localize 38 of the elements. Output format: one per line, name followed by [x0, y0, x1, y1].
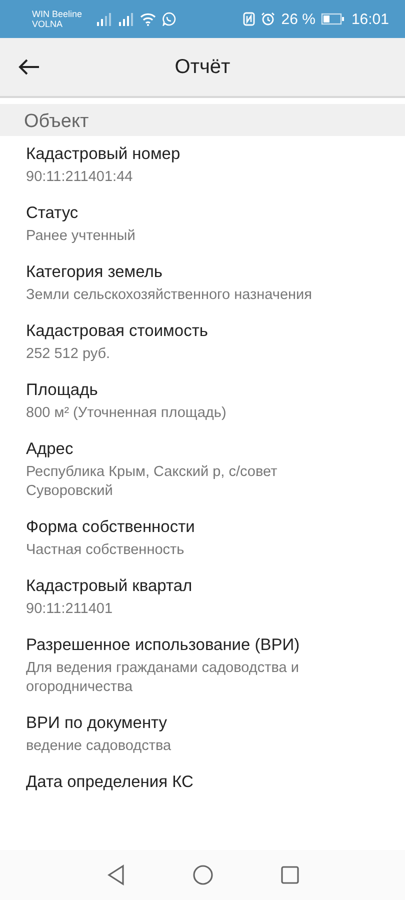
field-value: 800 м² (Уточненная площадь) [26, 404, 228, 423]
field-value: Ранее учтенный [26, 227, 136, 246]
wifi-icon [140, 12, 156, 26]
field-label: Категория земель [26, 262, 164, 283]
screen-title: Отчёт [174, 56, 230, 78]
field-value: 90:11:211401 [26, 600, 114, 619]
field-value: Для ведения гражданами садоводства и огородничества [26, 659, 300, 697]
phone-chat-icon [162, 12, 176, 26]
circle-icon [192, 864, 214, 886]
square-icon [280, 865, 300, 885]
alarm-icon [261, 12, 276, 26]
field-label: Статус [26, 203, 80, 224]
field-label: Дата определения КС [26, 772, 194, 793]
triangle-icon [106, 864, 126, 886]
field-label: Кадастровый квартал [26, 576, 194, 597]
nfc-icon [243, 12, 256, 26]
battery-icon [321, 13, 346, 25]
field-value: Республика Крым, Сакский р, с/совет Суворовский [26, 463, 278, 501]
field-value: 90:11:211401:44 [26, 168, 134, 187]
battery-percent: 26 % [281, 10, 316, 28]
section-header: Объект [0, 104, 405, 136]
signal-icon [118, 12, 134, 26]
field-value: ведение садоводства [26, 737, 172, 756]
carrier-name: VOLNA [32, 19, 64, 30]
field-value: Частная собственность [26, 541, 186, 560]
carrier-name: WIN Beeline [32, 8, 82, 19]
field-label: Кадастровый номер [26, 144, 182, 165]
field-label: Разрешенное использование (ВРИ) [26, 635, 301, 656]
signal-icon [96, 12, 112, 26]
back-arrow-icon [18, 58, 40, 76]
field-label: ВРИ по документу [26, 713, 168, 734]
field-label: Форма собственности [26, 517, 196, 538]
field-label: Площадь [26, 380, 99, 401]
field-value: 252 512 руб. [26, 345, 112, 364]
field-label: Кадастровая стоимость [26, 321, 209, 342]
clock-time: 16:01 [351, 10, 389, 28]
field-value: Земли сельскохозяйственного назначения [26, 286, 313, 305]
field-label: Адрес [26, 439, 74, 460]
